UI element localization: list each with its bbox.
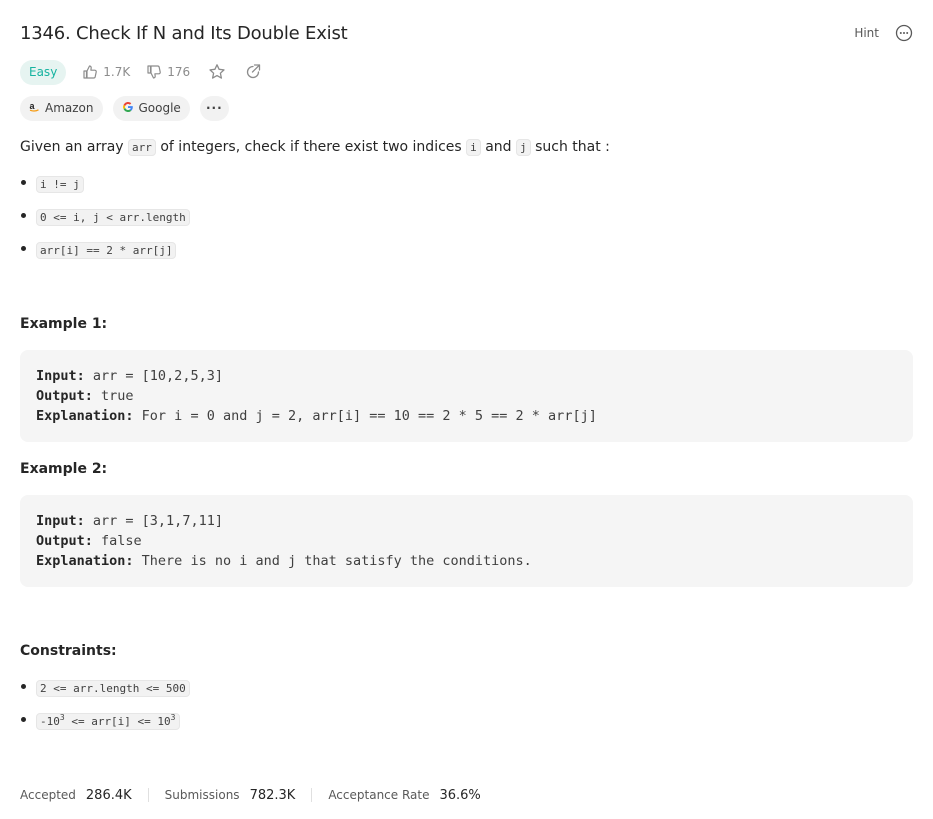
title-actions: Hint <box>854 24 913 42</box>
problem-description: Given an array arr of integers, check if… <box>20 136 610 159</box>
company-tag-label: Google <box>138 101 181 115</box>
code-i: i <box>466 139 481 156</box>
output-label: Output: <box>36 388 93 404</box>
submissions-value: 782.3K <box>249 787 296 803</box>
input-value: arr = [3,1,7,11] <box>84 513 223 529</box>
company-tag-google[interactable]: Google <box>112 95 190 121</box>
share-button[interactable] <box>244 63 262 81</box>
output-label: Output: <box>36 533 93 549</box>
condition-code: i != j <box>36 176 84 193</box>
desc-text: and <box>480 139 517 155</box>
example-output-line: Output: false <box>36 531 897 551</box>
company-tag-amazon[interactable]: a Amazon <box>20 95 103 121</box>
title-row: 1346. Check If N and Its Double Exist Hi… <box>20 22 913 48</box>
constraint-item: -103 <= arr[i] <= 103 <box>20 705 913 738</box>
constraint-item: 2 <= arr.length <= 500 <box>20 672 913 705</box>
output-value: false <box>92 533 142 549</box>
example-2-box: Input: arr = [3,1,7,11] Output: false Ex… <box>20 495 913 587</box>
example-explanation-line: Explanation: There is no i and j that sa… <box>36 551 897 571</box>
explanation-label: Explanation: <box>36 553 134 569</box>
hint-button[interactable]: Hint <box>854 26 879 40</box>
constraint-text: -10 <box>40 715 60 728</box>
share-icon <box>247 64 261 79</box>
dislike-button[interactable]: 176 <box>146 64 190 80</box>
accepted-label: Accepted <box>20 788 76 802</box>
condition-item: 0 <= i, j < arr.length <box>20 201 913 234</box>
dislikes-count: 176 <box>167 65 191 79</box>
input-value: arr = [10,2,5,3] <box>84 368 223 384</box>
example-1-heading: Example 1: <box>20 316 108 332</box>
favorite-button[interactable] <box>208 63 226 81</box>
star-icon <box>209 64 225 79</box>
likes-count: 1.7K <box>103 65 131 79</box>
constraints-list: 2 <= arr.length <= 500 -103 <= arr[i] <=… <box>20 672 913 738</box>
example-output-line: Output: true <box>36 386 897 406</box>
more-tags-button[interactable]: ··· <box>199 95 229 121</box>
input-label: Input: <box>36 513 85 529</box>
amazon-logo-icon: a <box>29 101 40 115</box>
difficulty-badge: Easy <box>20 59 67 85</box>
example-input-line: Input: arr = [3,1,7,11] <box>36 511 897 531</box>
example-1-box: Input: arr = [10,2,5,3] Output: true Exp… <box>20 350 913 442</box>
output-value: true <box>92 388 134 404</box>
desc-text: Given an array <box>20 139 129 155</box>
stat-divider <box>311 788 313 802</box>
company-tags: a Amazon Google ··· <box>20 95 239 121</box>
condition-code: arr[i] == 2 * arr[j] <box>36 242 177 259</box>
constraints-heading: Constraints: <box>20 643 117 659</box>
submissions-label: Submissions <box>164 788 240 802</box>
code-arr: arr <box>128 139 156 156</box>
exponent: 3 <box>59 713 65 722</box>
meta-row: Easy 1.7K 176 <box>20 59 262 85</box>
example-explanation-line: Explanation: For i = 0 and j = 2, arr[i]… <box>36 406 897 426</box>
explanation-value: There is no i and j that satisfy the con… <box>133 553 532 569</box>
acceptance-rate-value: 36.6% <box>439 787 481 803</box>
example-2-heading: Example 2: <box>20 461 108 477</box>
constraint-code: -103 <= arr[i] <= 103 <box>36 713 180 730</box>
constraint-text: <= arr[i] <= 10 <box>64 715 171 728</box>
accepted-value: 286.4K <box>85 787 132 803</box>
example-input-line: Input: arr = [10,2,5,3] <box>36 366 897 386</box>
svg-text:a: a <box>30 101 36 111</box>
stats-bar: Accepted 286.4K Submissions 782.3K Accep… <box>20 785 481 805</box>
google-logo-icon <box>122 101 134 116</box>
condition-code: 0 <= i, j < arr.length <box>36 209 190 226</box>
problem-title: 1346. Check If N and Its Double Exist <box>20 23 348 44</box>
explanation-value: For i = 0 and j = 2, arr[i] == 10 == 2 *… <box>133 408 597 424</box>
like-button[interactable]: 1.7K <box>82 64 130 80</box>
exponent: 3 <box>170 713 176 722</box>
acceptance-rate-label: Acceptance Rate <box>328 788 430 802</box>
constraint-code: 2 <= arr.length <= 500 <box>36 680 190 697</box>
thumbs-up-icon <box>83 65 98 79</box>
more-options-icon[interactable] <box>895 24 913 42</box>
conditions-list: i != j 0 <= i, j < arr.length arr[i] == … <box>20 168 913 267</box>
condition-item: i != j <box>20 168 913 201</box>
stat-divider <box>147 788 149 802</box>
thumbs-down-icon <box>147 65 162 79</box>
input-label: Input: <box>36 368 85 384</box>
company-tag-label: Amazon <box>45 101 94 115</box>
desc-text: of integers, check if there exist two in… <box>155 139 467 155</box>
condition-item: arr[i] == 2 * arr[j] <box>20 234 913 267</box>
explanation-label: Explanation: <box>36 408 134 424</box>
desc-text: such that : <box>530 139 610 155</box>
code-j: j <box>516 139 531 156</box>
